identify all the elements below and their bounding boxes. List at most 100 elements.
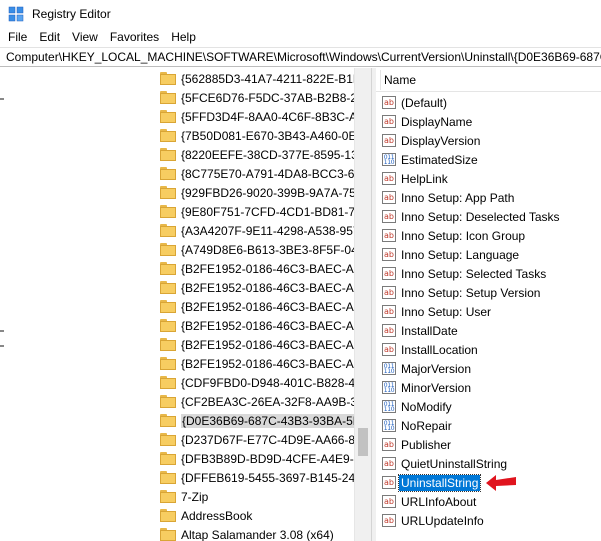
tree-item[interactable]: {B2FE1952-0186-46C3-BAEC-A80 <box>160 354 354 373</box>
value-item[interactable]: 011 110 MajorVersion <box>382 359 473 378</box>
tree-item[interactable]: {9E80F751-7CFD-4CD1-BD81-7C4 <box>160 202 354 221</box>
tree-item[interactable]: {A3A4207F-9E11-4298-A538-9573 <box>160 221 354 240</box>
tree-item[interactable]: {CF2BEA3C-26EA-32F8-AA9B-331 <box>160 392 354 411</box>
value-item[interactable]: 011 110 NoRepair <box>382 416 454 435</box>
tree-item[interactable]: {929FBD26-9020-399B-9A7A-751I <box>160 183 354 202</box>
tree-item[interactable]: {D237D67F-E77C-4D9E-AA66-8B7 <box>160 430 354 449</box>
tree-item-label: {A749D8E6-B613-3BE3-8F5F-045C <box>181 242 354 257</box>
tree-item[interactable]: 7-Zip <box>160 487 354 506</box>
reg-string-icon: ab <box>382 115 396 128</box>
reg-string-icon: ab <box>382 267 396 280</box>
value-item[interactable]: ab URLInfoAbout <box>382 492 478 511</box>
reg-string-icon: ab <box>382 134 396 147</box>
reg-string-icon: ab <box>382 324 396 337</box>
value-item[interactable]: ab Inno Setup: Selected Tasks <box>382 264 548 283</box>
folder-icon <box>160 319 176 332</box>
folder-icon <box>160 433 176 446</box>
tree-item[interactable]: {8C775E70-A791-4DA8-BCC3-6A <box>160 164 354 183</box>
address-input[interactable] <box>0 48 601 66</box>
value-item[interactable]: ab Publisher <box>382 435 453 454</box>
value-item[interactable]: 011 110 EstimatedSize <box>382 150 480 169</box>
value-item[interactable]: 011 110 NoModify <box>382 397 454 416</box>
tree-scrollbar-thumb[interactable] <box>358 428 368 456</box>
reg-string-icon: ab <box>382 438 396 451</box>
tree-item[interactable]: {562885D3-41A7-4211-822E-B1B1 <box>160 69 354 88</box>
tree-item[interactable]: {8220EEFE-38CD-377E-8595-1339 <box>160 145 354 164</box>
value-item[interactable]: ab Inno Setup: Language <box>382 245 521 264</box>
value-item[interactable]: ab DisplayVersion <box>382 131 482 150</box>
value-item[interactable]: ab URLUpdateInfo <box>382 511 486 530</box>
tree-item-label: {5FFD3D4F-8AA0-4C6F-8B3C-AB <box>181 109 354 124</box>
tree-item[interactable]: {5FCE6D76-F5DC-37AB-B2B8-22A <box>160 88 354 107</box>
tree-item[interactable]: {B2FE1952-0186-46C3-BAEC-A80 <box>160 297 354 316</box>
reg-string-icon: ab <box>382 495 396 508</box>
red-arrow-icon <box>486 475 516 491</box>
reg-binary-icon: 011 110 <box>382 400 396 413</box>
value-name: UninstallString <box>397 473 482 492</box>
value-name: Inno Setup: Setup Version <box>401 285 541 300</box>
tree-item[interactable]: {DFFEB619-5455-3697-B145-243D <box>160 468 354 487</box>
value-name: NoRepair <box>401 418 452 433</box>
tree-item-label: {B2FE1952-0186-46C3-BAEC-A80 <box>181 299 354 314</box>
value-item[interactable]: ab Inno Setup: Setup Version <box>382 283 542 302</box>
key-tree-pane: {562885D3-41A7-4211-822E-B1B1 {5FCE6D76-F… <box>0 68 370 541</box>
folder-icon <box>160 452 176 465</box>
folder-icon <box>160 357 176 370</box>
folder-icon <box>160 243 176 256</box>
tree-scrollbar[interactable] <box>354 68 371 541</box>
tree-edge-mark <box>0 98 4 100</box>
tree-item[interactable]: {B2FE1952-0186-46C3-BAEC-A80 <box>160 316 354 335</box>
menu-help[interactable]: Help <box>165 28 202 47</box>
reg-binary-icon: 011 110 <box>382 153 396 166</box>
value-item[interactable]: ab HelpLink <box>382 169 450 188</box>
value-item[interactable]: ab InstallDate <box>382 321 460 340</box>
reg-string-icon: ab <box>382 172 396 185</box>
column-header[interactable]: Name <box>376 68 601 92</box>
column-name-header[interactable]: Name <box>384 73 416 87</box>
value-item-selected[interactable]: ab UninstallString <box>382 473 482 492</box>
value-name: Inno Setup: User <box>401 304 492 319</box>
menu-edit[interactable]: Edit <box>33 28 66 47</box>
value-name: Inno Setup: App Path <box>401 190 515 205</box>
reg-string-icon: ab <box>382 514 396 527</box>
value-item[interactable]: ab Inno Setup: Icon Group <box>382 226 527 245</box>
tree-item[interactable]: {7B50D081-E670-3B43-A460-0E2C <box>160 126 354 145</box>
tree-item[interactable]: {A749D8E6-B613-3BE3-8F5F-045C <box>160 240 354 259</box>
tree-item[interactable]: {DFB3B89D-BD9D-4CFE-A4E9-E6 <box>160 449 354 468</box>
value-item[interactable]: ab DisplayName <box>382 112 474 131</box>
folder-icon <box>160 300 176 313</box>
tree-item[interactable]: AddressBook <box>160 506 354 525</box>
tree-item[interactable]: {CDF9FBD0-D948-401C-B828-40D <box>160 373 354 392</box>
menu-favorites[interactable]: Favorites <box>104 28 165 47</box>
tree-item-label: {B2FE1952-0186-46C3-BAEC-A80 <box>181 318 354 333</box>
value-item[interactable]: ab Inno Setup: User <box>382 302 493 321</box>
menu-file[interactable]: File <box>0 28 33 47</box>
value-item[interactable]: 011 110 MinorVersion <box>382 378 473 397</box>
folder-icon <box>160 110 176 123</box>
value-name: NoModify <box>401 399 452 414</box>
tree-item-label: {929FBD26-9020-399B-9A7A-751I <box>181 185 354 200</box>
tree-item[interactable]: {B2FE1952-0186-46C3-BAEC-A80 <box>160 335 354 354</box>
value-name: URLUpdateInfo <box>401 513 484 528</box>
tree-item-label: {9E80F751-7CFD-4CD1-BD81-7C4 <box>181 204 354 219</box>
tree-item[interactable]: {B2FE1952-0186-46C3-BAEC-A80 <box>160 278 354 297</box>
value-item[interactable]: ab Inno Setup: App Path <box>382 188 516 207</box>
value-name: InstallDate <box>401 323 458 338</box>
value-item[interactable]: ab (Default) <box>382 93 449 112</box>
column-separator <box>380 70 381 90</box>
tree-item-selected[interactable]: {D0E36B69-687C-43B3-93BA-5E4 <box>160 411 354 430</box>
tree-item[interactable]: Altap Salamander 3.08 (x64) <box>160 525 354 541</box>
value-item[interactable]: ab Inno Setup: Deselected Tasks <box>382 207 562 226</box>
value-item[interactable]: ab InstallLocation <box>382 340 480 359</box>
value-name: DisplayVersion <box>401 133 481 148</box>
tree-item[interactable]: {5FFD3D4F-8AA0-4C6F-8B3C-AB <box>160 107 354 126</box>
tree-item[interactable]: {B2FE1952-0186-46C3-BAEC-A80 <box>160 259 354 278</box>
value-name: InstallLocation <box>401 342 478 357</box>
folder-icon <box>160 471 176 484</box>
menu-view[interactable]: View <box>66 28 104 47</box>
folder-icon <box>160 224 176 237</box>
tree-item-label: {CDF9FBD0-D948-401C-B828-40D <box>181 375 354 390</box>
reg-binary-icon: 011 110 <box>382 381 396 394</box>
value-name: MinorVersion <box>401 380 472 395</box>
reg-string-icon: ab <box>382 343 396 356</box>
